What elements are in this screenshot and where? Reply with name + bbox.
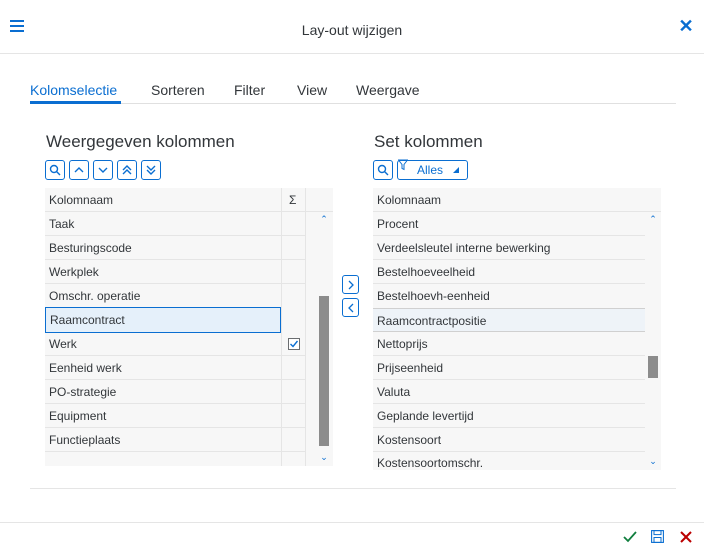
scroll-up-icon[interactable]: ⌃ [646,212,660,226]
search-icon [377,164,389,176]
dialog-header: Lay-out wijzigen ✕ [0,0,704,54]
list-item[interactable]: Verdeelsleutel interne bewerking [373,236,643,260]
scroll-thumb[interactable] [319,296,329,446]
dropdown-triangle-icon [453,167,459,173]
cancel-icon [680,531,692,543]
list-item[interactable]: Procent [373,212,643,236]
chevron-left-icon [347,303,353,312]
list-item[interactable]: Valuta [373,380,643,404]
save-button[interactable] [648,528,668,546]
move-up-button[interactable] [69,160,89,180]
move-down-button[interactable] [93,160,113,180]
scroll-down-icon[interactable]: ⌄ [646,454,660,468]
move-bottom-button[interactable] [141,160,161,180]
double-chevron-down-icon [146,165,156,175]
available-columns-table: Kolomnaam Procent Verdeelsleutel interne… [373,188,661,470]
list-item-highlighted[interactable]: Raamcontractpositie [373,308,645,332]
list-item[interactable]: Kostensoortomschr. [373,452,643,470]
close-icon[interactable]: ✕ [676,16,696,36]
tab-filter[interactable]: Filter [234,82,265,98]
double-chevron-up-icon [122,165,132,175]
list-item[interactable]: Werk [45,332,281,356]
search-button[interactable] [373,160,393,180]
column-header-name: Kolomnaam [49,193,114,207]
search-icon [49,164,61,176]
list-item-selected[interactable]: Raamcontract [45,307,281,333]
list-item[interactable]: Kostensoort [373,428,643,452]
save-icon [651,530,664,543]
list-item[interactable]: Bestelhoevh-eenheid [373,284,643,308]
remove-column-button[interactable] [342,298,359,317]
chevron-down-icon [98,167,108,173]
chevron-up-icon [74,167,84,173]
list-item[interactable]: Omschr. operatie [45,284,281,308]
tab-bar: Kolomselectie Sorteren Filter View Weerg… [30,80,676,104]
checkmark-icon [623,531,637,543]
left-panel-title: Weergegeven kolommen [46,132,235,151]
scroll-thumb[interactable] [648,356,658,378]
scroll-down-icon[interactable]: ⌄ [317,450,331,464]
tab-weergave[interactable]: Weergave [356,82,420,98]
column-header-name: Kolomnaam [377,193,442,207]
list-item[interactable]: Taak [45,212,281,236]
list-item[interactable]: Besturingscode [45,236,281,260]
list-item[interactable]: Bestelhoeveelheid [373,260,643,284]
search-button[interactable] [45,160,65,180]
tab-sorteren[interactable]: Sorteren [151,82,205,98]
content-divider [30,488,676,489]
footer-divider [0,522,704,523]
list-item[interactable]: Geplande levertijd [373,404,643,428]
scroll-up-icon[interactable]: ⌃ [317,212,331,226]
column-header-sum: Σ [289,193,297,207]
filter-icon [398,159,408,171]
scrollbar[interactable]: ⌃ ⌄ [646,212,660,470]
move-top-button[interactable] [117,160,137,180]
list-item[interactable]: Prijseenheid [373,356,643,380]
sum-checkbox[interactable] [288,338,300,350]
chevron-right-icon [348,280,354,289]
cancel-button[interactable] [676,528,696,546]
list-item[interactable]: Equipment [45,404,281,428]
list-item[interactable]: Nettoprijs [373,332,643,356]
displayed-columns-table: Kolomnaam Σ Taak Besturingscode Werkplek… [45,188,333,466]
list-item[interactable]: Werkplek [45,260,281,284]
ok-button[interactable] [620,528,640,546]
filter-label: Alles [417,163,444,177]
tab-kolomselectie[interactable]: Kolomselectie [30,82,117,98]
right-panel-title: Set kolommen [374,132,483,151]
list-item[interactable]: PO-strategie [45,380,281,404]
list-item[interactable]: Eenheid werk [45,356,281,380]
scrollbar[interactable]: ⌃ ⌄ [317,212,331,466]
dialog-title: Lay-out wijzigen [301,22,403,38]
list-item[interactable]: Functieplaats [45,428,281,452]
filter-dropdown[interactable]: Alles [397,159,468,180]
tab-view[interactable]: View [297,82,327,98]
checkmark-icon [290,340,299,348]
add-column-button[interactable] [342,275,359,294]
active-tab-indicator [30,101,121,104]
